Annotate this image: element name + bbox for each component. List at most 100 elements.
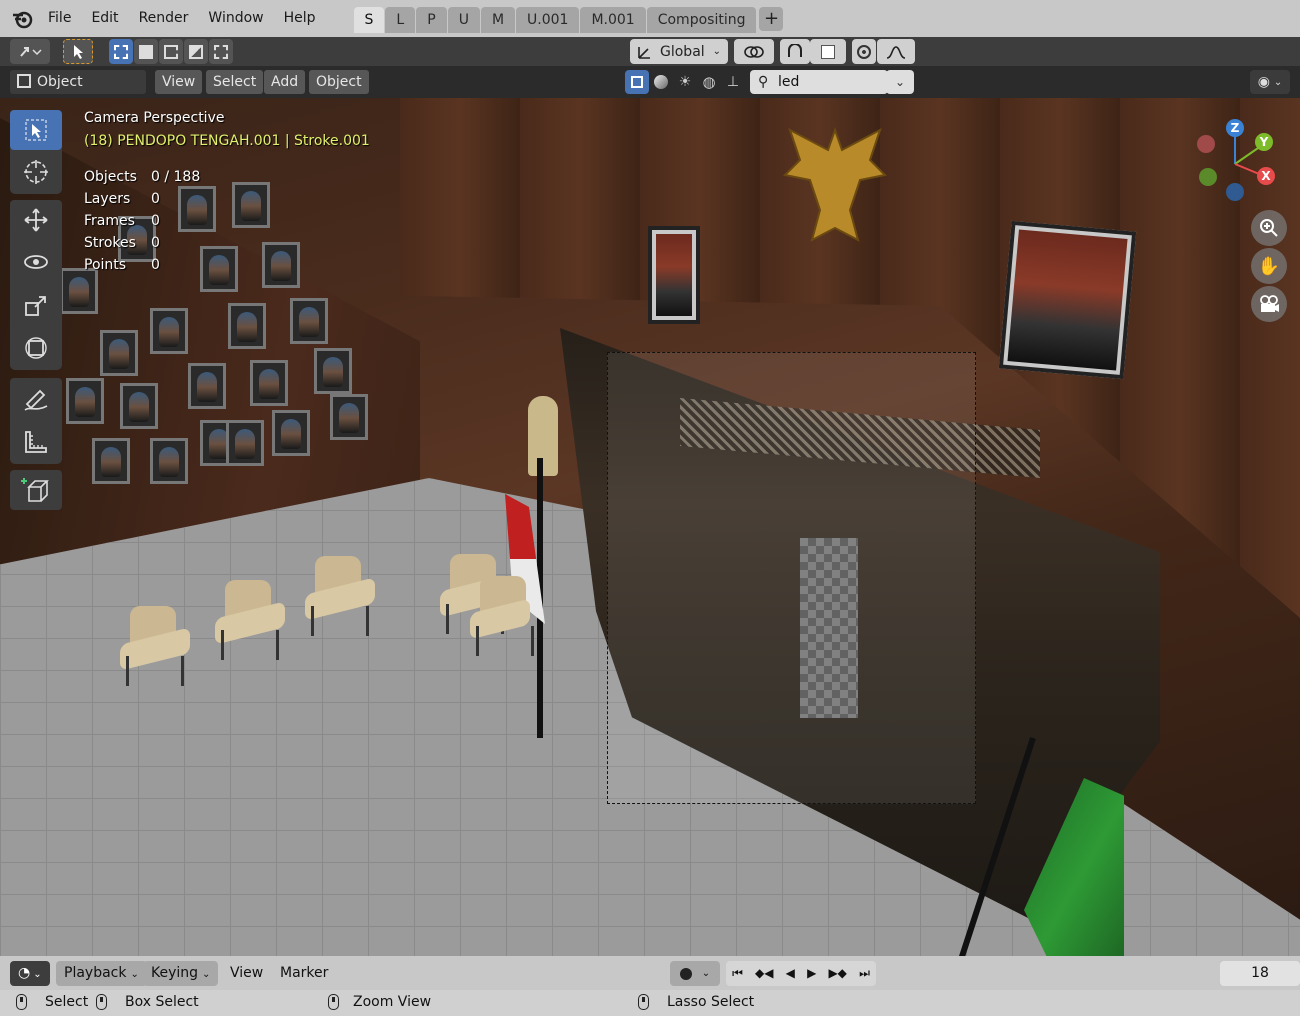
workspace-tab-s[interactable]: S — [353, 6, 385, 33]
add-workspace-button[interactable]: + — [759, 6, 784, 31]
workspace-tab-m[interactable]: M — [480, 6, 516, 33]
chevron-down-icon: ⌄ — [1273, 76, 1283, 88]
portrait-frame — [66, 378, 104, 424]
timeline-view-menu[interactable]: View — [230, 961, 263, 986]
auto-keying-toggle[interactable]: ⌄ — [670, 961, 720, 986]
portrait-frame — [92, 438, 130, 484]
blender-logo-icon[interactable] — [8, 5, 36, 33]
prev-keyframe-icon[interactable]: ◆◀ — [755, 961, 773, 986]
pan-view-button[interactable]: ✋ — [1251, 248, 1287, 284]
workspace-tab-u001[interactable]: U.001 — [516, 6, 580, 33]
select-box-tool[interactable] — [10, 110, 62, 150]
annotate-tool[interactable] — [10, 378, 62, 418]
snap-target-dropdown[interactable] — [810, 39, 846, 64]
view-perspective-label: Camera Perspective — [84, 110, 225, 126]
3d-viewport[interactable]: Camera Perspective (18) PENDOPO TENGAH.0… — [0, 98, 1300, 956]
collection-filter-button[interactable]: ⊥ — [722, 70, 744, 94]
play-reverse-icon[interactable]: ◀ — [786, 961, 795, 986]
view-menu[interactable]: View — [155, 70, 203, 94]
menu-help[interactable]: Help — [274, 0, 326, 37]
status-box-select-label: Box Select — [125, 994, 199, 1010]
chair — [215, 580, 285, 660]
menu-render[interactable]: Render — [129, 0, 199, 37]
next-keyframe-icon[interactable]: ▶◆ — [828, 961, 846, 986]
top-menu-bar: File Edit Render Window Help S L P U M U… — [0, 0, 1300, 37]
portrait-frame — [262, 242, 300, 288]
play-icon[interactable]: ▶ — [807, 961, 816, 986]
portrait-frame — [150, 308, 188, 354]
add-cube-icon — [21, 478, 49, 502]
editor-type-button[interactable] — [10, 39, 50, 64]
mouse-right-icon — [638, 994, 649, 1010]
pivot-point-dropdown[interactable] — [734, 39, 774, 64]
world-filter-button[interactable]: ◍ — [698, 70, 720, 94]
gizmo-y-label: Y — [1259, 135, 1269, 149]
chevron-down-icon: ⌄ — [202, 969, 211, 980]
chevron-down-icon: ⌄ — [712, 46, 722, 57]
shading-solid-button[interactable] — [650, 70, 672, 94]
select-tweak-button[interactable] — [63, 39, 93, 64]
object-menu[interactable]: Object — [309, 70, 369, 94]
stat-frames-value: 0 — [151, 213, 160, 229]
visibility-dropdown[interactable]: ◉ ⌄ — [1250, 70, 1290, 94]
chevron-down-icon: ⌄ — [701, 968, 711, 979]
cursor-tool[interactable] — [10, 152, 62, 192]
menu-window[interactable]: Window — [198, 0, 273, 37]
select-box-icon — [25, 119, 47, 141]
current-frame-field[interactable]: 18 — [1220, 961, 1300, 986]
workspace-tab-u[interactable]: U — [447, 6, 480, 33]
jump-end-icon[interactable]: ⏭ — [859, 961, 870, 986]
workspace-tab-m001[interactable]: M.001 — [580, 6, 646, 33]
select-menu[interactable]: Select — [206, 70, 264, 94]
transform-orientation-dropdown[interactable]: Global ⌄ — [630, 39, 728, 64]
proportional-edit-toggle[interactable] — [852, 39, 876, 64]
record-icon — [679, 967, 692, 980]
move-tool[interactable] — [10, 200, 62, 240]
search-clear-button[interactable]: ⌄ — [886, 70, 914, 94]
filter-selectable-button[interactable] — [625, 70, 649, 94]
editor-type-button[interactable]: ◔ ⌄ — [10, 961, 50, 986]
3d-cursor-icon — [24, 160, 48, 184]
interaction-mode-dropdown[interactable]: Object Mode⌄ — [10, 70, 146, 114]
object-mode-icon — [17, 74, 31, 88]
workspace-tab-l[interactable]: L — [385, 6, 416, 33]
portrait-frame — [314, 348, 352, 394]
playback-menu[interactable]: Playback ⌄ — [56, 961, 147, 986]
status-lasso-select-hint: Lasso Select — [638, 990, 754, 1014]
light-filter-button[interactable]: ☀ — [674, 70, 696, 94]
stat-layers-value: 0 — [151, 191, 160, 207]
add-cube-tool[interactable] — [10, 470, 62, 510]
transform-tool[interactable] — [10, 328, 62, 368]
menu-file[interactable]: File — [38, 0, 81, 37]
magnet-icon — [788, 43, 802, 57]
select-mode-extend-button[interactable] — [134, 39, 158, 64]
snap-toggle[interactable] — [780, 39, 810, 64]
measure-tool[interactable] — [10, 422, 62, 462]
stat-layers-label: Layers — [84, 191, 131, 207]
chair — [305, 556, 375, 636]
proportional-falloff-dropdown[interactable] — [877, 39, 915, 64]
select-mode-new-button[interactable] — [109, 39, 133, 64]
select-mode-intersect-button[interactable] — [209, 39, 233, 64]
camera-view-button[interactable] — [1251, 286, 1287, 322]
orientation-label: Global — [660, 43, 705, 60]
scale-tool[interactable] — [10, 286, 62, 326]
mouse-drag-icon — [96, 994, 107, 1010]
workspace-tab-p[interactable]: P — [416, 6, 447, 33]
keying-menu[interactable]: Keying ⌄ — [143, 961, 219, 986]
zoom-view-button[interactable] — [1251, 210, 1287, 246]
rotate-tool[interactable] — [10, 242, 62, 282]
menu-edit[interactable]: Edit — [81, 0, 128, 37]
status-zoom-view-label: Zoom View — [353, 994, 432, 1010]
jump-start-icon[interactable]: ⏮ — [732, 961, 743, 986]
add-menu[interactable]: Add — [264, 70, 306, 94]
viewport-search-input[interactable]: ⚲ led — [750, 70, 888, 94]
select-mode-subtract-button[interactable] — [159, 39, 183, 64]
status-box-select-hint: Box Select — [96, 990, 199, 1014]
status-bar: Select Box Select Zoom View Lasso Select — [0, 990, 1300, 1016]
select-mode-invert-button[interactable] — [184, 39, 208, 64]
timeline-marker-menu[interactable]: Marker — [280, 961, 328, 986]
navigation-gizmo[interactable]: Z Y X — [1190, 114, 1286, 210]
workspace-tab-compositing[interactable]: Compositing — [646, 6, 757, 33]
stat-points-value: 0 — [151, 257, 160, 273]
